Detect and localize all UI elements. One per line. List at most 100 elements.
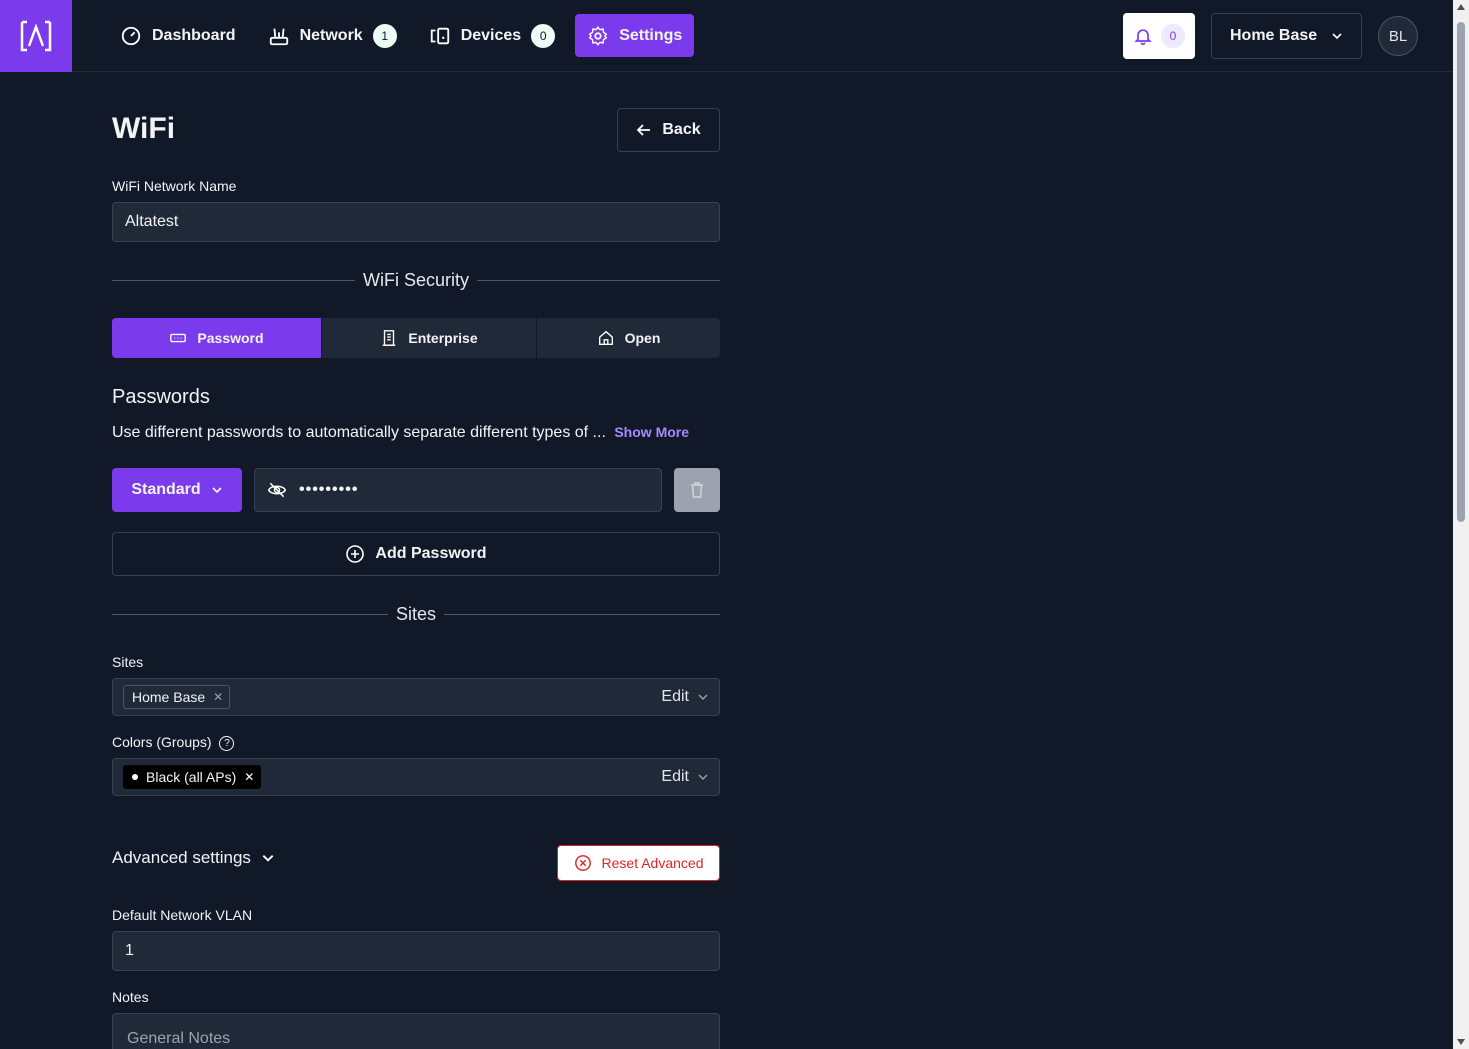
main-nav: Dashboard Network 1 Devices 0 Settings: [108, 14, 695, 57]
color-chip-label: Black (all APs): [146, 769, 237, 785]
sites-heading: Sites: [395, 604, 437, 624]
trash-icon: [691, 482, 703, 498]
add-password-label: Add Password: [375, 545, 487, 562]
app-logo[interactable]: [0, 0, 72, 72]
scroll-down-arrow-icon[interactable]: [1457, 1039, 1465, 1045]
nav-network-label: Network: [299, 26, 363, 44]
advanced-settings-label: Advanced settings: [112, 848, 251, 867]
chevron-down-icon: [1332, 33, 1342, 40]
divider-line: [477, 280, 721, 281]
reset-advanced-label: Reset Advanced: [601, 855, 704, 871]
vlan-label: Default Network VLAN: [112, 907, 253, 923]
sites-label: Sites: [112, 654, 144, 670]
notifications-count: 0: [1161, 24, 1185, 48]
chevron-down-icon: [262, 855, 274, 862]
back-button-label: Back: [662, 121, 701, 138]
wifi-security-heading: WiFi Security: [363, 270, 470, 290]
site-chip-label: Home Base: [132, 689, 206, 705]
show-more-link[interactable]: Show More: [614, 424, 689, 440]
password-input[interactable]: •••••••••: [254, 468, 662, 512]
color-dot: [132, 774, 138, 780]
notes-label: Notes: [112, 989, 149, 1005]
sites-divider: Sites: [112, 604, 720, 625]
back-button[interactable]: Back: [617, 108, 720, 152]
security-option-enterprise-label: Enterprise: [408, 330, 478, 346]
divider-line: [112, 280, 355, 281]
eye-off-icon[interactable]: [267, 480, 287, 500]
page-scrollbar[interactable]: [1453, 0, 1469, 1049]
wifi-security-divider: WiFi Security: [112, 270, 721, 291]
arrow-left-icon: [637, 124, 651, 136]
chevron-down-icon: [698, 694, 708, 700]
security-type-selector: Password Enterprise Open: [112, 318, 720, 358]
nav-dashboard[interactable]: Dashboard: [108, 14, 248, 57]
nav-devices-label: Devices: [460, 26, 522, 44]
colors-label-text: Colors (Groups): [112, 734, 212, 750]
plus-circle-icon: [346, 545, 365, 563]
colors-edit-label: Edit: [661, 768, 689, 785]
network-badge: 1: [372, 23, 397, 48]
sites-multiselect[interactable]: Home Base ✕ Edit: [112, 678, 720, 716]
logo-icon: [20, 20, 52, 52]
vlan-value: 1: [125, 942, 134, 959]
reset-advanced-button[interactable]: Reset Advanced: [557, 845, 720, 881]
x-circle-icon: [574, 855, 591, 871]
password-type-dropdown[interactable]: Standard: [112, 468, 242, 512]
password-type-label: Standard: [131, 481, 201, 498]
building-icon: [383, 330, 396, 346]
network-name-input[interactable]: Altatest: [112, 202, 720, 242]
password-icon: [170, 333, 187, 343]
passwords-title: Passwords: [112, 386, 210, 408]
add-password-button[interactable]: Add Password: [112, 532, 720, 576]
advanced-settings-toggle[interactable]: Advanced settings: [112, 848, 275, 868]
password-value: •••••••••: [299, 481, 359, 498]
colors-edit-control[interactable]: Edit: [661, 768, 709, 786]
site-selector-label: Home Base: [1230, 27, 1318, 44]
user-avatar[interactable]: BL: [1378, 16, 1418, 56]
nav-network[interactable]: Network 1: [256, 14, 409, 57]
network-name-value: Altatest: [125, 213, 179, 230]
top-navigation-bar: Dashboard Network 1 Devices 0 Settings 0…: [0, 0, 1453, 72]
nav-settings-label: Settings: [619, 26, 683, 44]
sites-edit-label: Edit: [661, 688, 689, 705]
passwords-description-text: Use different passwords to automatically…: [112, 424, 606, 441]
chevron-down-icon: [698, 774, 708, 780]
scroll-up-arrow-icon[interactable]: [1457, 4, 1465, 10]
passwords-description: Use different passwords to automatically…: [112, 424, 689, 442]
devices-badge: 0: [531, 23, 556, 48]
security-option-password-label: Password: [197, 330, 264, 346]
notes-placeholder: General Notes: [127, 1030, 231, 1047]
chevron-down-icon: [212, 487, 222, 494]
divider-line: [444, 614, 720, 615]
divider-line: [112, 614, 388, 615]
colors-label: Colors (Groups) ?: [112, 734, 235, 751]
home-icon: [598, 330, 613, 345]
security-option-enterprise[interactable]: Enterprise: [322, 318, 537, 358]
security-option-open-label: Open: [624, 330, 661, 346]
help-icon[interactable]: ?: [219, 735, 235, 751]
vlan-input[interactable]: 1: [112, 931, 720, 971]
gauge-icon: [121, 26, 141, 45]
sites-edit-control[interactable]: Edit: [661, 688, 709, 706]
notes-textarea[interactable]: General Notes: [112, 1013, 720, 1049]
notifications-button[interactable]: 0: [1123, 13, 1195, 59]
nav-devices[interactable]: Devices 0: [417, 14, 568, 57]
site-selector[interactable]: Home Base: [1211, 13, 1362, 59]
remove-chip-icon[interactable]: ✕: [244, 770, 254, 784]
nav-settings[interactable]: Settings: [575, 14, 695, 57]
colors-multiselect[interactable]: Black (all APs) ✕ Edit: [112, 758, 720, 796]
page-title: WiFi: [112, 112, 176, 145]
network-name-label: WiFi Network Name: [112, 178, 237, 194]
security-option-password[interactable]: Password: [112, 318, 322, 358]
delete-password-button[interactable]: [674, 468, 720, 512]
scroll-thumb[interactable]: [1457, 22, 1465, 522]
router-icon: [269, 28, 288, 45]
color-chip: Black (all APs) ✕: [123, 765, 262, 789]
bell-icon: [1134, 29, 1152, 46]
site-chip: Home Base ✕: [123, 685, 231, 709]
remove-chip-icon[interactable]: ✕: [213, 690, 223, 704]
security-option-open[interactable]: Open: [537, 318, 720, 358]
gear-icon: [588, 25, 608, 46]
nav-dashboard-label: Dashboard: [152, 26, 236, 44]
devices-icon: [430, 27, 449, 44]
